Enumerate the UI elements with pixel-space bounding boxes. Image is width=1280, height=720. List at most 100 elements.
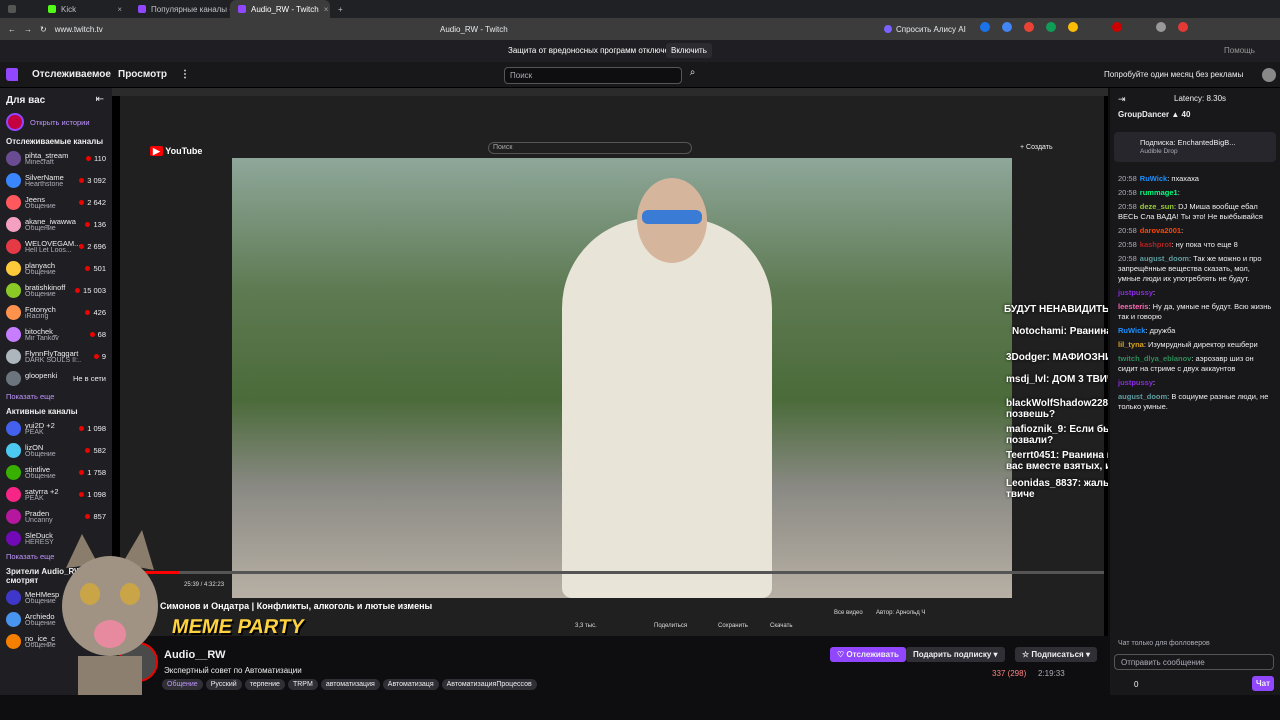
collapse-chat-icon[interactable]: ⇥ (1118, 94, 1126, 105)
stream-tag[interactable]: АвтоматизацияПроцессов (441, 679, 537, 690)
channel-viewers-text: 68 (97, 330, 106, 339)
browser-menu-button[interactable] (0, 0, 40, 18)
collapse-icon[interactable]: ⇤ (96, 94, 104, 105)
video-player[interactable]: ▶ YouTube Поиск + Создать 25:39 / 4:32:2… (112, 88, 1108, 636)
twitch-logo-icon[interactable] (6, 68, 18, 81)
sidebar-channel[interactable]: satyrra +2 PEAK 1 098 (4, 484, 108, 506)
no-ads-promo[interactable]: Попробуйте один месяц без рекламы (1104, 70, 1243, 79)
chat-username[interactable]: august_doom (1118, 392, 1167, 401)
extension-icon[interactable] (1068, 22, 1078, 32)
more-menu-icon[interactable]: ⋮ (180, 69, 190, 80)
chat-input[interactable]: Отправить сообщение (1114, 654, 1274, 670)
latency-readout: Latency: 8.30s (1174, 94, 1227, 103)
sidebar-channel[interactable]: WELOVEGAM... Hell Let Loos... 2 696 (4, 236, 108, 258)
chat-username[interactable]: RuWick (1118, 326, 1145, 335)
stories-link[interactable]: Открыть истории (30, 118, 90, 127)
chat-username[interactable]: darova2001 (1140, 226, 1181, 235)
enable-protection-button[interactable]: Включить (666, 43, 712, 58)
stream-tag[interactable]: TRPM (287, 679, 318, 690)
channel-category: Общение (25, 225, 56, 232)
search-icon[interactable]: ⌕ (684, 67, 701, 84)
extension-icon[interactable] (1156, 22, 1166, 32)
channel-avatar (6, 443, 21, 458)
sidebar-channel[interactable]: gloopenki Не в сети (4, 368, 108, 390)
chat-username[interactable]: lil_tyna (1118, 340, 1144, 349)
avatar[interactable] (1262, 68, 1276, 82)
follow-button[interactable]: ♡ Отслеживать (830, 647, 906, 662)
chat-username[interactable]: deze_sun (1140, 202, 1174, 211)
show-more-link[interactable]: Показать еще (6, 392, 106, 401)
extension-icon[interactable] (1002, 22, 1012, 32)
streamer-name[interactable]: Audio__RW (164, 649, 226, 661)
sidebar-channel[interactable]: FlynnFlyTaggart DARK SOULS II:... 9 (4, 346, 108, 368)
chat-timestamp: 20:58 (1118, 174, 1137, 183)
chat-username[interactable]: kashprot (1140, 240, 1172, 249)
browser-tab[interactable]: Популярные каналы - Twi× (130, 0, 230, 18)
reload-icon[interactable]: ↻ (40, 25, 47, 34)
sidebar-channel[interactable]: pihta_stream Minecraft 110 (4, 148, 108, 170)
browser-tab[interactable]: Kick × (40, 0, 130, 18)
extension-icon[interactable] (1112, 22, 1122, 32)
sidebar-channel[interactable]: SilverName Hearthstone 3 092 (4, 170, 108, 192)
extension-icon[interactable] (1178, 22, 1188, 32)
stream-tag[interactable]: терпение (244, 679, 285, 690)
sidebar-channel[interactable]: Jeens Общение 2 642 (4, 192, 108, 214)
chat-username[interactable]: august_doom (1140, 254, 1189, 263)
sidebar-channel[interactable]: bratishkinoff Общение 15 003 (4, 280, 108, 302)
chat-username[interactable]: justpussy (1118, 288, 1153, 297)
bottom-strip (0, 695, 1280, 720)
sidebar-channel[interactable]: planyach Общение 501 (4, 258, 108, 280)
channel-viewers-text: 1 098 (87, 490, 106, 499)
channel-category: Общение (25, 203, 56, 210)
sidebar-channel[interactable]: Fotonych iRacing 426 (4, 302, 108, 324)
sidebar-channel[interactable]: stintlive Общение 1 758 (4, 462, 108, 484)
gift-sub-button[interactable]: Подарить подписку ▾ (906, 647, 1005, 662)
nav-following[interactable]: Отслеживаемое (32, 69, 111, 80)
help-link[interactable]: Помощь (1224, 46, 1255, 55)
subscription-banner[interactable]: Подписка: EnchantedBigB... Audible Drop (1114, 132, 1276, 162)
chat-username[interactable]: leesteris (1118, 302, 1148, 311)
chat-username[interactable]: justpussy (1118, 378, 1153, 387)
extension-icon[interactable] (1024, 22, 1034, 32)
channel-avatar (6, 465, 21, 480)
sidebar-channel[interactable]: lizON Общение 582 (4, 440, 108, 462)
chat-message: 20:58 darova2001: (1110, 224, 1280, 238)
browser-tab[interactable]: Audio_RW - Twitch × (230, 0, 330, 18)
subscribe-button[interactable]: ☆ Подписаться ▾ (1015, 647, 1097, 662)
overlay-chat-line: mafioznik_9: Если бы я стримил я бы меня… (1006, 424, 1108, 446)
extension-icon[interactable] (980, 22, 990, 32)
chat-username[interactable]: twitch_dlya_eblanov (1118, 354, 1191, 363)
chat-username[interactable]: rummage1 (1140, 188, 1178, 197)
url-field[interactable]: www.twitch.tv (55, 25, 185, 34)
chat-send-button[interactable]: Чат (1252, 676, 1274, 691)
stories-row[interactable]: Открыть истории (6, 113, 106, 131)
sidebar-channel[interactable]: Praden Uncanny 857 (4, 506, 108, 528)
channel-avatar (6, 283, 21, 298)
new-tab-button[interactable]: + (330, 0, 351, 18)
close-tab-icon[interactable]: × (324, 5, 329, 14)
stream-tag[interactable]: Общение (162, 679, 203, 690)
sidebar-channel[interactable]: bitochek_ Mir Tankov 68 (4, 324, 108, 346)
live-dot-icon (89, 332, 95, 337)
stream-tag[interactable]: автоматизация (320, 679, 380, 690)
save-button: Сохранить (718, 623, 748, 629)
pinned-user[interactable]: GroupDancer ▲ 40 (1118, 110, 1190, 119)
chat-message: august_doom: В социуме разные люди, не т… (1110, 390, 1280, 414)
close-tab-icon[interactable]: × (117, 5, 122, 14)
channel-viewers: 136 (85, 220, 106, 229)
sidebar-channel[interactable]: yui2D +2 PEAK 1 098 (4, 418, 108, 440)
alisa-button[interactable]: Спросить Алису AI (884, 25, 966, 34)
live-dot-icon (93, 354, 99, 359)
stream-tag[interactable]: Русский (205, 679, 242, 690)
extension-icon[interactable] (1046, 22, 1056, 32)
channel-avatar (6, 421, 21, 436)
stream-tag[interactable]: Автоматизаця (382, 679, 439, 690)
nav-browse[interactable]: Просмотр (118, 69, 167, 80)
chat-timestamp: 20:58 (1118, 254, 1137, 263)
channel-points[interactable]: 0 (1134, 680, 1138, 689)
back-icon[interactable]: ← (8, 25, 16, 34)
chat-username[interactable]: RuWick (1140, 174, 1167, 183)
forward-icon[interactable]: → (24, 25, 32, 34)
search-input[interactable]: Поиск (504, 67, 682, 84)
sidebar-channel[interactable]: akane_iwawwa Общение 136 (4, 214, 108, 236)
